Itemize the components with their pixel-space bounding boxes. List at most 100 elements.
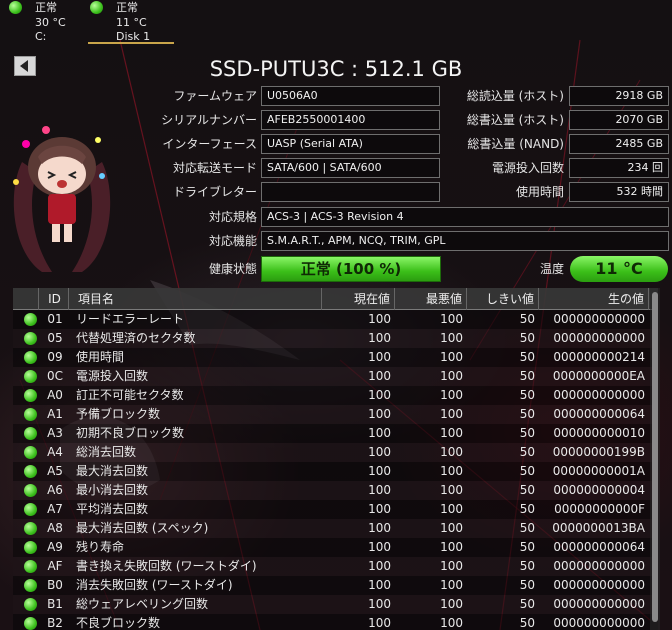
attribute-name: 予備ブロック数 (76, 407, 161, 421)
raw-value: 000000000000 (553, 388, 645, 402)
scrollbar-thumb[interactable] (652, 292, 658, 622)
raw-value: 000000000000 (553, 312, 645, 326)
status-cell (17, 386, 39, 405)
health-status-button[interactable]: 正常 (100 %) (261, 256, 441, 282)
attribute-id: 05 (47, 331, 63, 345)
current-value: 100 (368, 426, 391, 440)
drive-temp: 30 °C (35, 16, 66, 29)
threshold-value: 50 (519, 540, 535, 554)
worst-value: 100 (440, 445, 463, 459)
anime-mascot-image (13, 126, 111, 272)
table-row[interactable]: AF 書き換え失敗回数 (ワーストダイ) 100 100 50 000000000000 (13, 557, 658, 576)
current-value: 100 (368, 540, 391, 554)
attribute-name: 平均消去回数 (76, 502, 149, 516)
table-row[interactable]: A7 平均消去回数 100 100 50 00000000000F (13, 500, 658, 519)
status-ok-icon (24, 370, 37, 383)
drive-status: 正常 (35, 1, 57, 14)
attribute-id: 01 (47, 312, 63, 326)
drive-tab-disk1[interactable]: 正常 11 °C Disk 1 (88, 0, 174, 44)
raw-value: 000000000214 (553, 350, 645, 364)
attribute-id: 09 (47, 350, 63, 364)
health-label: 健康状態 (208, 262, 257, 276)
table-row[interactable]: A5 最大消去回数 100 100 50 00000000001A (13, 462, 658, 481)
attribute-name: 消去失敗回数 (ワーストダイ) (76, 578, 233, 592)
attribute-name: リードエラーレート (76, 312, 185, 326)
transfer-mode-label: 対応転送モード (172, 161, 257, 175)
worst-value: 100 (440, 464, 463, 478)
threshold-value: 50 (519, 578, 535, 592)
nand-writes-label: 総書込量 (NAND) (467, 137, 564, 151)
header-threshold[interactable]: しきい値 (469, 288, 539, 310)
status-ok-icon (90, 1, 103, 14)
status-ok-icon (9, 1, 22, 14)
power-hours-label: 使用時間 (515, 185, 564, 199)
status-cell (17, 329, 39, 348)
attribute-name: 使用時間 (76, 350, 125, 364)
table-row[interactable]: A4 総消去回数 100 100 50 00000000199B (13, 443, 658, 462)
header-raw[interactable]: 生の値 (541, 288, 649, 310)
worst-value: 100 (440, 426, 463, 440)
worst-value: 100 (440, 597, 463, 611)
threshold-value: 50 (519, 331, 535, 345)
table-row[interactable]: A3 初期不良ブロック数 100 100 50 000000000010 (13, 424, 658, 443)
table-row[interactable]: B0 消去失敗回数 (ワーストダイ) 100 100 50 000000000000 (13, 576, 658, 595)
table-row[interactable]: A0 訂正不可能セクタ数 100 100 50 000000000000 (13, 386, 658, 405)
serial-label: シリアルナンバー (161, 113, 257, 127)
standard-value: ACS-3 | ACS-3 Revision 4 (261, 207, 669, 227)
header-name[interactable]: 項目名 (76, 288, 322, 310)
table-row[interactable]: A9 残り寿命 100 100 50 000000000064 (13, 538, 658, 557)
status-cell (17, 367, 39, 386)
raw-value: 0000000000EA (552, 369, 645, 383)
header-status-col[interactable] (17, 288, 39, 310)
table-row[interactable]: 09 使用時間 100 100 50 000000000214 (13, 348, 658, 367)
table-row[interactable]: 05 代替処理済のセクタ数 100 100 50 000000000000 (13, 329, 658, 348)
attribute-id: A3 (47, 426, 63, 440)
table-row[interactable]: B2 不良ブロック数 100 100 50 000000000000 (13, 614, 658, 630)
worst-value: 100 (440, 350, 463, 364)
status-ok-icon (24, 313, 37, 326)
header-current[interactable]: 現在値 (325, 288, 395, 310)
drive-tab-c[interactable]: 正常 30 °C C: (7, 0, 93, 44)
attribute-name: 書き換え失敗回数 (ワーストダイ) (76, 559, 257, 573)
raw-value: 00000000199B (552, 445, 645, 459)
power-hours-value: 532 時間 (569, 182, 669, 202)
status-ok-icon (24, 427, 37, 440)
power-count-value: 234 回 (569, 158, 669, 178)
threshold-value: 50 (519, 464, 535, 478)
table-row[interactable]: 01 リードエラーレート 100 100 50 000000000000 (13, 310, 658, 329)
attribute-id: A8 (47, 521, 63, 535)
worst-value: 100 (440, 502, 463, 516)
attribute-name: 最小消去回数 (76, 483, 149, 497)
status-ok-icon (24, 579, 37, 592)
threshold-value: 50 (519, 483, 535, 497)
attribute-id: A7 (47, 502, 63, 516)
temperature-label: 温度 (539, 262, 564, 276)
interface-value: UASP (Serial ATA) (261, 134, 440, 154)
status-ok-icon (24, 446, 37, 459)
worst-value: 100 (440, 388, 463, 402)
status-cell (17, 595, 39, 614)
table-row[interactable]: A1 予備ブロック数 100 100 50 000000000064 (13, 405, 658, 424)
attribute-id: A6 (47, 483, 63, 497)
table-row[interactable]: 0C 電源投入回数 100 100 50 0000000000EA (13, 367, 658, 386)
threshold-value: 50 (519, 369, 535, 383)
current-value: 100 (368, 502, 391, 516)
temperature-badge[interactable]: 11 °C (570, 256, 668, 282)
current-value: 100 (368, 483, 391, 497)
table-row[interactable]: A8 最大消去回数 (スペック) 100 100 50 0000000013BA (13, 519, 658, 538)
drive-temp: 11 °C (116, 16, 147, 29)
drive-tabs: 正常 30 °C C: 正常 11 °C Disk 1 (0, 0, 672, 44)
status-cell (17, 500, 39, 519)
header-id[interactable]: ID (41, 288, 69, 310)
header-worst[interactable]: 最悪値 (397, 288, 467, 310)
drive-letter-label: ドライブレター (172, 185, 257, 199)
table-row[interactable]: B1 総ウェアレベリング回数 100 100 50 000000000000 (13, 595, 658, 614)
smart-table-scrollbar[interactable] (650, 288, 660, 630)
threshold-value: 50 (519, 502, 535, 516)
table-row[interactable]: A6 最小消去回数 100 100 50 000000000004 (13, 481, 658, 500)
raw-value: 000000000000 (553, 559, 645, 573)
features-value: S.M.A.R.T., APM, NCQ, TRIM, GPL (261, 231, 669, 251)
current-value: 100 (368, 369, 391, 383)
current-value: 100 (368, 312, 391, 326)
attribute-id: A9 (47, 540, 63, 554)
